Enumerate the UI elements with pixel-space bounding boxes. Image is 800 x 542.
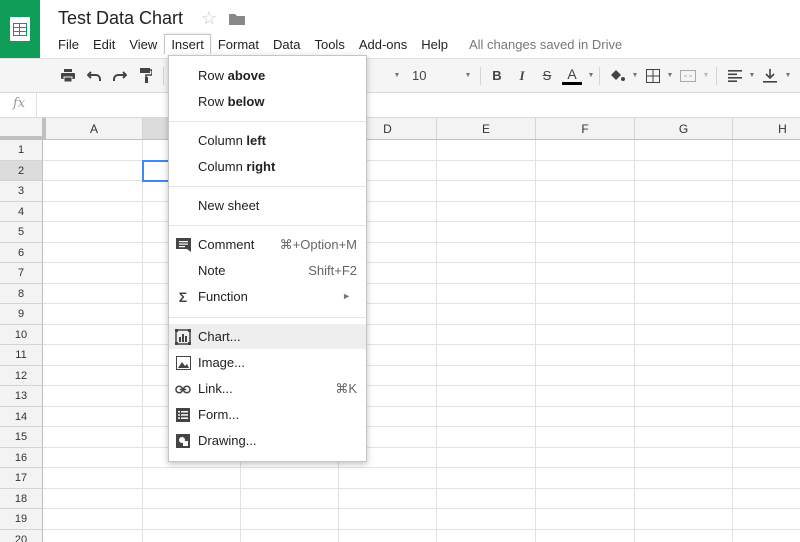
row-header-14[interactable]: 14 [0, 407, 43, 427]
sigma-icon: Σ [178, 289, 188, 305]
font-size-chevron-icon[interactable]: ▼ [459, 59, 473, 92]
select-all-corner[interactable] [0, 118, 46, 140]
row-header-16[interactable]: 16 [0, 448, 43, 468]
menu-insert[interactable]: Insert [164, 34, 211, 54]
menu-format[interactable]: Format [211, 34, 266, 55]
column-header-g[interactable]: G [635, 118, 733, 140]
print-icon[interactable] [58, 59, 78, 92]
submenu-arrow-icon: ► [342, 291, 351, 301]
row-header-6[interactable]: 6 [0, 243, 43, 263]
column-header-a[interactable]: A [46, 118, 143, 140]
chart-icon [175, 329, 191, 345]
undo-icon[interactable] [84, 59, 104, 92]
menu-form[interactable]: Form... [169, 402, 366, 427]
menu-edit[interactable]: Edit [86, 34, 122, 55]
sheets-logo-icon [10, 17, 30, 41]
row-header-11[interactable]: 11 [0, 345, 43, 366]
toolbar: ▼ 10 ▼ B I S A ▼ ▼ ▼ ▼ ▼ ▼ [0, 58, 800, 93]
menubar: File Edit View Insert Format Data Tools … [51, 34, 622, 54]
row-header-19[interactable]: 19 [0, 509, 43, 530]
menu-link[interactable]: Link... ⌘K [169, 376, 366, 401]
comment-icon [175, 237, 191, 253]
text-color-button[interactable]: A [561, 59, 583, 92]
menu-addons[interactable]: Add-ons [352, 34, 414, 55]
row-header-4[interactable]: 4 [0, 202, 43, 222]
link-shortcut: ⌘K [335, 381, 357, 396]
bold-button[interactable]: B [487, 59, 507, 92]
star-icon[interactable]: ☆ [201, 8, 217, 29]
row-header-7[interactable]: 7 [0, 263, 43, 284]
column-header-e[interactable]: E [437, 118, 536, 140]
row-header-12[interactable]: 12 [0, 366, 43, 386]
fill-color-chevron-icon[interactable]: ▼ [628, 59, 639, 92]
strikethrough-button[interactable]: S [537, 59, 557, 92]
menu-image[interactable]: Image... [169, 350, 366, 375]
row-header-8[interactable]: 8 [0, 284, 43, 304]
row-header-10[interactable]: 10 [0, 325, 43, 345]
text-color-label: A [567, 65, 577, 82]
borders-icon[interactable] [643, 59, 663, 92]
menu-view[interactable]: View [122, 34, 164, 55]
menu-column-right[interactable]: Column right [169, 154, 366, 179]
menu-comment[interactable]: Comment ⌘+Option+M [169, 232, 366, 257]
menu-row-above[interactable]: Row above [169, 63, 366, 88]
row-header-20[interactable]: 20 [0, 530, 43, 542]
spreadsheet-grid: A B C D E F G H 1 2 3 4 5 6 7 8 9 10 11 … [0, 118, 800, 542]
menu-new-sheet[interactable]: New sheet [169, 193, 366, 218]
sheets-logo[interactable] [0, 0, 40, 58]
drawing-icon [175, 433, 191, 449]
italic-button[interactable]: I [512, 59, 532, 92]
valign-chevron-icon[interactable]: ▼ [781, 59, 792, 92]
menu-note[interactable]: Note Shift+F2 [169, 258, 366, 283]
insert-menu-dropdown: Row above Row below Column left Column r… [168, 55, 367, 462]
text-color-swatch [562, 81, 582, 85]
row-header-15[interactable]: 15 [0, 427, 43, 448]
folder-icon[interactable] [229, 12, 245, 30]
align-chevron-icon[interactable]: ▼ [745, 59, 756, 92]
row-header-5[interactable]: 5 [0, 222, 43, 243]
link-icon [175, 381, 191, 397]
column-header-h[interactable]: H [733, 118, 800, 140]
formula-input[interactable] [40, 93, 800, 117]
formula-bar: fx [0, 93, 800, 118]
align-icon[interactable] [726, 59, 744, 92]
row-header-1[interactable]: 1 [0, 140, 43, 161]
menu-column-left[interactable]: Column left [169, 128, 366, 153]
borders-chevron-icon[interactable]: ▼ [663, 59, 674, 92]
form-icon [175, 407, 191, 423]
merge-icon[interactable] [678, 59, 698, 92]
menu-function[interactable]: Σ Function ► [169, 284, 366, 309]
row-header-13[interactable]: 13 [0, 386, 43, 407]
font-chevron-down-icon[interactable]: ▼ [388, 59, 402, 92]
document-title[interactable]: Test Data Chart [58, 8, 183, 29]
merge-chevron-icon[interactable]: ▼ [699, 59, 710, 92]
note-shortcut: Shift+F2 [308, 263, 357, 278]
menu-data[interactable]: Data [266, 34, 307, 55]
menu-row-below[interactable]: Row below [169, 89, 366, 114]
font-size-value: 10 [412, 68, 427, 83]
row-header-3[interactable]: 3 [0, 181, 43, 202]
menu-tools[interactable]: Tools [307, 34, 351, 55]
fx-icon: fx [13, 96, 26, 111]
menu-file[interactable]: File [51, 34, 86, 55]
fill-color-icon[interactable] [607, 59, 627, 92]
menu-help[interactable]: Help [414, 34, 455, 55]
row-header-9[interactable]: 9 [0, 304, 43, 325]
text-color-chevron-icon[interactable]: ▼ [584, 59, 595, 92]
comment-shortcut: ⌘+Option+M [279, 237, 357, 252]
menu-chart[interactable]: Chart... [169, 324, 366, 349]
valign-icon[interactable] [760, 59, 780, 92]
column-header-f[interactable]: F [536, 118, 635, 140]
save-status: All changes saved in Drive [469, 36, 623, 52]
formula-bar-divider [36, 93, 37, 117]
paint-format-icon[interactable] [136, 59, 156, 92]
row-header-2[interactable]: 2 [0, 161, 43, 181]
redo-icon[interactable] [110, 59, 130, 92]
menu-drawing[interactable]: Drawing... [169, 428, 366, 453]
image-icon [175, 355, 191, 371]
font-size-select[interactable]: 10 [412, 59, 454, 92]
row-header-18[interactable]: 18 [0, 489, 43, 509]
row-header-17[interactable]: 17 [0, 468, 43, 489]
